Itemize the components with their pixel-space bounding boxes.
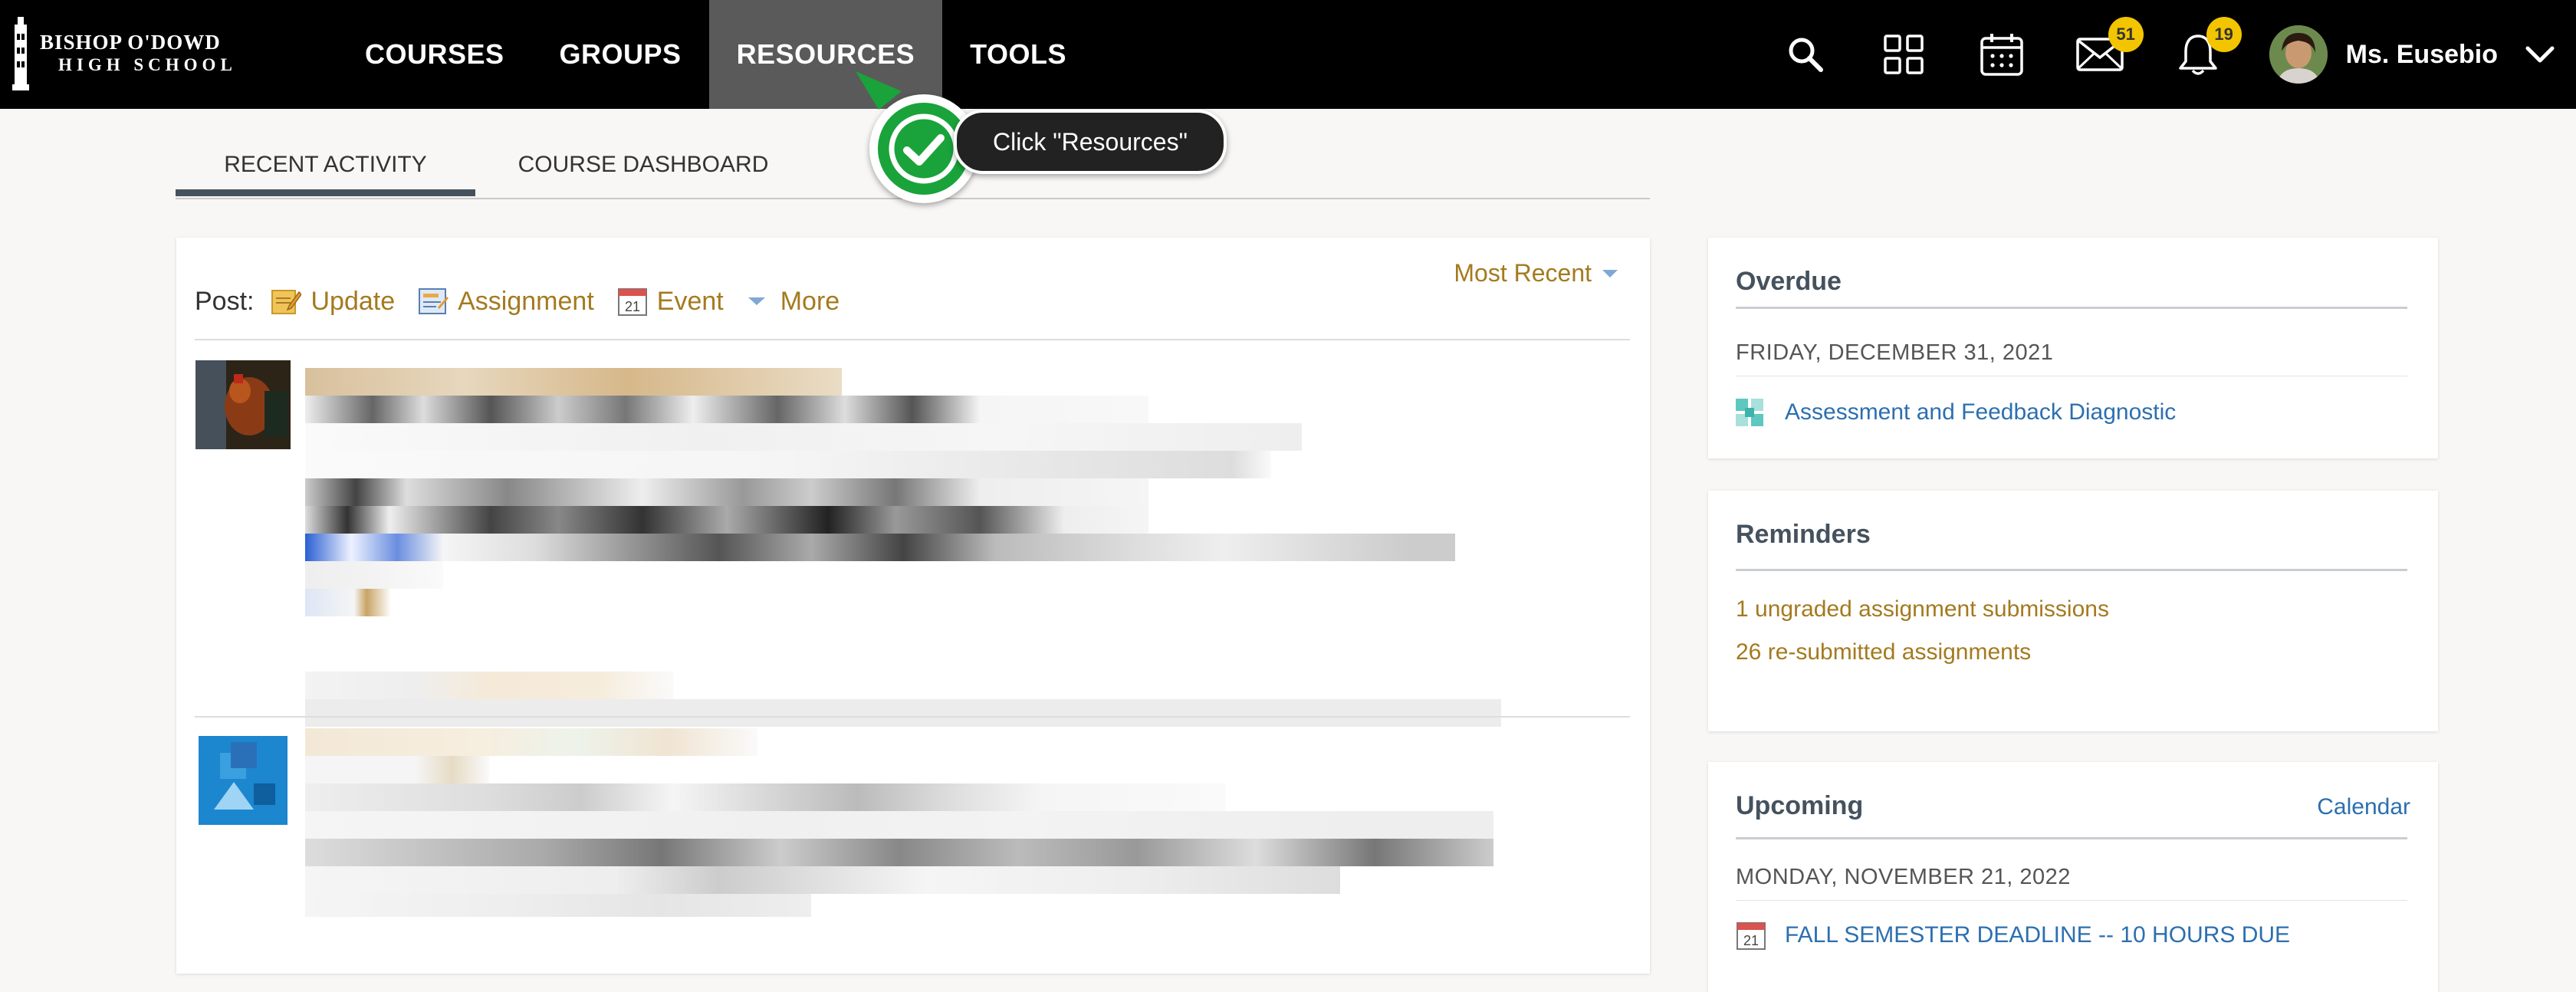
apps-grid-icon <box>1883 34 1924 74</box>
school-name: BISHOP O'DOWD HIGH SCHOOL <box>40 31 237 77</box>
search-button[interactable] <box>1779 28 1832 81</box>
upcoming-item-label: FALL SEMESTER DEADLINE -- 10 HOURS DUE <box>1785 922 2291 948</box>
post-assignment-label: Assignment <box>458 286 594 316</box>
school-name-line1: BISHOP O'DOWD <box>40 31 221 54</box>
reminder-resubmitted-link[interactable]: 26 re-submitted assignments <box>1736 639 2031 665</box>
nav-tools[interactable]: TOOLS <box>942 0 1094 109</box>
caret-down-icon <box>748 297 765 305</box>
post-update-button[interactable]: Update <box>271 286 395 317</box>
chevron-down-icon <box>2525 46 2555 63</box>
feed-divider <box>195 716 1630 718</box>
post-label: Post: <box>195 286 255 316</box>
nav-groups[interactable]: GROUPS <box>532 0 709 109</box>
reminder-ungraded-link[interactable]: 1 ungraded assignment submissions <box>1736 596 2109 622</box>
search-icon <box>1789 38 1823 72</box>
sort-label: Most Recent <box>1454 259 1592 287</box>
upcoming-item[interactable]: 21 FALL SEMESTER DEADLINE -- 10 HOURS DU… <box>1736 920 2290 951</box>
caret-down-icon <box>1602 269 1618 278</box>
notifications-button[interactable]: 19 <box>2171 17 2242 81</box>
nav-resources[interactable]: RESOURCES <box>708 0 943 109</box>
post-toolbar: Post: Update Assignment 21 Event More <box>195 274 863 328</box>
post-more-label: More <box>780 286 840 316</box>
notification-count-badge: 19 <box>2206 17 2242 52</box>
upcoming-icon-day: 21 <box>1743 933 1759 948</box>
nav-courses[interactable]: COURSES <box>337 0 532 109</box>
reminders-panel: Reminders 1 ungraded assignment submissi… <box>1708 491 2438 731</box>
overdue-item-label: Assessment and Feedback Diagnostic <box>1785 399 2177 425</box>
sort-dropdown[interactable]: Most Recent <box>1454 259 1619 287</box>
panel-divider <box>1736 307 2407 309</box>
activity-feed: Post: Update Assignment 21 Event More Mo… <box>176 238 1650 974</box>
post-event-button[interactable]: 21 Event <box>617 286 724 317</box>
apps-button[interactable] <box>1877 28 1930 81</box>
panel-divider <box>1736 900 2407 901</box>
user-menu[interactable]: Ms. Eusebio <box>2269 25 2555 84</box>
mail-count-badge: 51 <box>2108 17 2144 52</box>
guide-tooltip: Click "Resources" <box>954 110 1227 174</box>
calendar-button[interactable] <box>1975 28 2029 81</box>
header-actions: 51 19 Ms. Eusebio <box>1779 0 2576 109</box>
tab-recent-activity[interactable]: RECENT ACTIVITY <box>176 141 475 196</box>
post-event-label: Event <box>656 286 724 316</box>
overdue-title: Overdue <box>1736 267 1842 296</box>
school-name-line2: HIGH SCHOOL <box>58 55 237 74</box>
messages-button[interactable]: 51 <box>2073 17 2144 81</box>
calendar-icon <box>1980 34 2023 76</box>
main-nav: COURSES GROUPS RESOURCES TOOLS <box>337 0 1094 109</box>
post-update-label: Update <box>310 286 396 316</box>
tower-logo-icon <box>12 17 29 90</box>
user-name: Ms. Eusebio <box>2345 39 2498 69</box>
panel-divider <box>1736 837 2407 839</box>
upcoming-panel: Upcoming Calendar MONDAY, NOVEMBER 21, 2… <box>1708 762 2438 992</box>
panel-divider <box>1736 569 2407 571</box>
tab-course-dashboard[interactable]: COURSE DASHBOARD <box>505 141 781 196</box>
course-icon[interactable] <box>199 736 288 825</box>
assignment-icon <box>419 288 449 314</box>
overdue-panel: Overdue FRIDAY, DECEMBER 31, 2021 Assess… <box>1708 238 2438 458</box>
event-calendar-icon: 21 <box>1737 922 1766 950</box>
post-comment-bar <box>305 699 1501 727</box>
upcoming-title: Upcoming <box>1736 791 1864 820</box>
feed-divider <box>195 339 1630 340</box>
upcoming-date: MONDAY, NOVEMBER 21, 2022 <box>1736 865 2071 889</box>
reminders-title: Reminders <box>1736 520 1871 549</box>
post-assignment-button[interactable]: Assignment <box>418 286 594 317</box>
school-logo[interactable]: BISHOP O'DOWD HIGH SCHOOL <box>12 15 237 92</box>
event-calendar-icon: 21 <box>617 288 647 316</box>
check-icon <box>889 113 959 184</box>
avatar <box>2269 25 2328 84</box>
update-icon <box>271 290 302 314</box>
overdue-item[interactable]: Assessment and Feedback Diagnostic <box>1736 399 2176 426</box>
overdue-date: FRIDAY, DECEMBER 31, 2021 <box>1736 340 2054 365</box>
top-navigation-bar: BISHOP O'DOWD HIGH SCHOOL COURSES GROUPS… <box>0 0 2576 109</box>
post-author-avatar[interactable] <box>196 360 291 449</box>
event-icon-day: 21 <box>625 299 640 314</box>
calendar-link[interactable]: Calendar <box>2317 794 2410 820</box>
post-more-button[interactable]: More <box>747 287 840 317</box>
assessment-icon <box>1736 399 1763 426</box>
